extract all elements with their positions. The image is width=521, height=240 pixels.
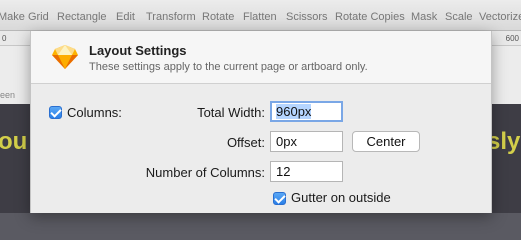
columns-checkbox[interactable] <box>49 106 62 119</box>
toolbar-item-rotate-copies[interactable]: Rotate Copies <box>335 11 405 23</box>
columns-checkbox-label[interactable]: Columns: <box>67 105 122 120</box>
total-width-input[interactable]: 960px <box>270 101 343 122</box>
gutter-outside-checkbox[interactable] <box>273 192 286 205</box>
toolbar-item-mask[interactable]: Mask <box>411 11 437 23</box>
sheet-title: Layout Settings <box>89 43 187 58</box>
number-of-columns-label: Number of Columns: <box>145 165 265 180</box>
ruler-tick-left: 0 <box>2 34 7 43</box>
toolbar-item-scale[interactable]: Scale <box>445 11 473 23</box>
offset-label: Offset: <box>226 135 265 150</box>
artboard-left-edge <box>0 104 30 213</box>
gutter-outside-label[interactable]: Gutter on outside <box>291 190 391 205</box>
toolbar-item-vectorize[interactable]: Vectorize <box>479 11 521 23</box>
toolbar-item-rectangle[interactable]: Rectangle <box>57 11 107 23</box>
sketch-diamond-icon <box>52 45 78 69</box>
number-of-columns-input[interactable]: 12 <box>270 161 343 182</box>
ruler-tick-right: 600 <box>505 34 519 43</box>
offset-input[interactable]: 0px <box>270 131 343 152</box>
toolbar-item-scissors[interactable]: Scissors <box>286 11 328 23</box>
total-width-value: 960px <box>276 104 312 119</box>
artboard-right-edge <box>490 104 521 213</box>
layout-settings-sheet: Layout Settings These settings apply to … <box>30 31 492 213</box>
number-of-columns-value: 12 <box>276 164 291 179</box>
sheet-subtitle: These settings apply to the current page… <box>89 61 368 73</box>
background-text-left: ou <box>0 128 28 155</box>
background-text-right: sly <box>487 128 521 155</box>
background-text-small: een <box>0 90 16 100</box>
toolbar: Make Grid Rectangle Edit Transform Rotat… <box>0 0 521 31</box>
toolbar-item-rotate[interactable]: Rotate <box>202 11 234 23</box>
total-width-label: Total Width: <box>197 105 265 120</box>
sheet-header: Layout Settings These settings apply to … <box>31 31 491 84</box>
offset-value: 0px <box>276 134 297 149</box>
toolbar-item-make-grid[interactable]: Make Grid <box>0 11 49 23</box>
toolbar-item-edit[interactable]: Edit <box>116 11 135 23</box>
toolbar-item-flatten[interactable]: Flatten <box>243 11 277 23</box>
toolbar-item-transform[interactable]: Transform <box>146 11 196 23</box>
center-button[interactable]: Center <box>352 131 420 152</box>
